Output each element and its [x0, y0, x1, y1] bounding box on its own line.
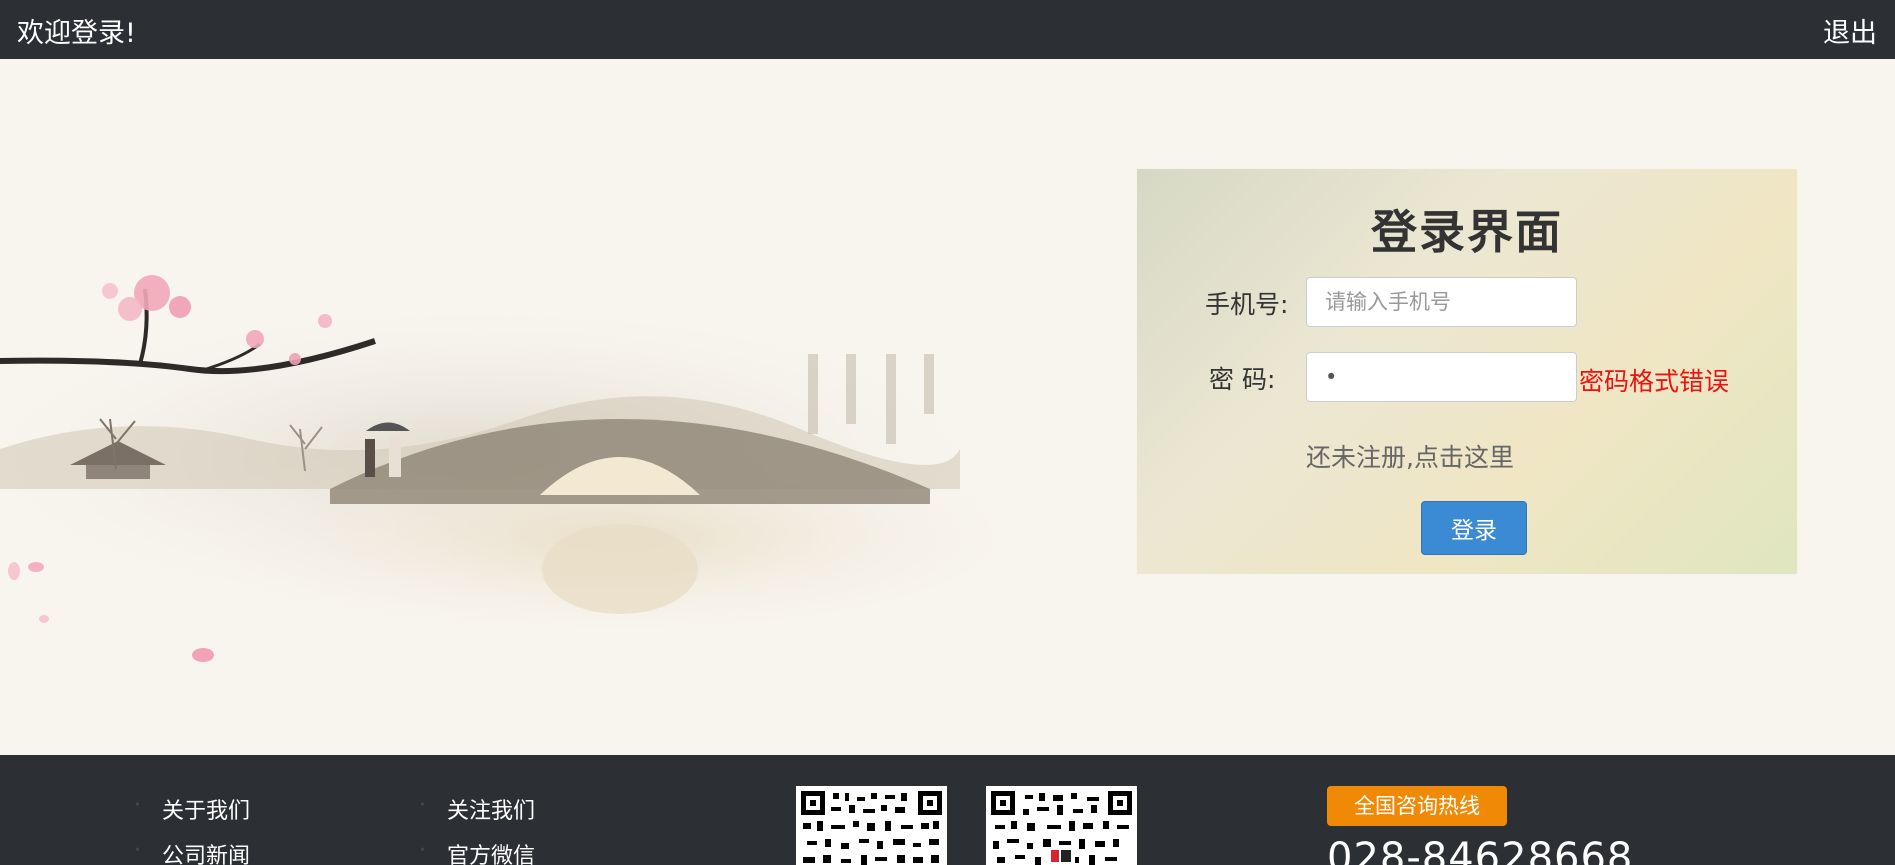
password-label: 密 码:	[1209, 365, 1276, 394]
welcome-text: 欢迎登录!	[17, 18, 136, 49]
login-button[interactable]: 登录	[1421, 501, 1527, 555]
qr-code-icon	[796, 786, 947, 865]
logout-link[interactable]: 退出	[1823, 11, 1877, 50]
login-title: 登录界面	[1371, 205, 1563, 259]
footer-link-wechat[interactable]: 官方微信	[419, 838, 535, 865]
hotline-number: 028-84628668	[1327, 835, 1634, 865]
footer-link-news[interactable]: 公司新闻	[134, 838, 250, 865]
qr-code-icon	[986, 786, 1137, 865]
footer-link-follow[interactable]: 关注我们	[419, 793, 535, 825]
footer: 关于我们 公司新闻 关注我们 官方微信	[0, 755, 1895, 865]
footer-link-about[interactable]: 关于我们	[134, 793, 250, 825]
password-input[interactable]	[1306, 352, 1577, 402]
top-bar: 欢迎登录! 退出	[0, 0, 1895, 59]
login-panel: 登录界面 手机号: 密 码: 密码格式错误 还未注册,点击这里 登录	[1137, 169, 1797, 574]
password-error-text: 密码格式错误	[1579, 367, 1730, 396]
phone-label: 手机号:	[1205, 290, 1289, 319]
hotline-badge: 全国咨询热线	[1327, 786, 1507, 826]
register-link[interactable]: 还未注册,点击这里	[1306, 438, 1514, 474]
phone-input[interactable]	[1306, 277, 1577, 327]
